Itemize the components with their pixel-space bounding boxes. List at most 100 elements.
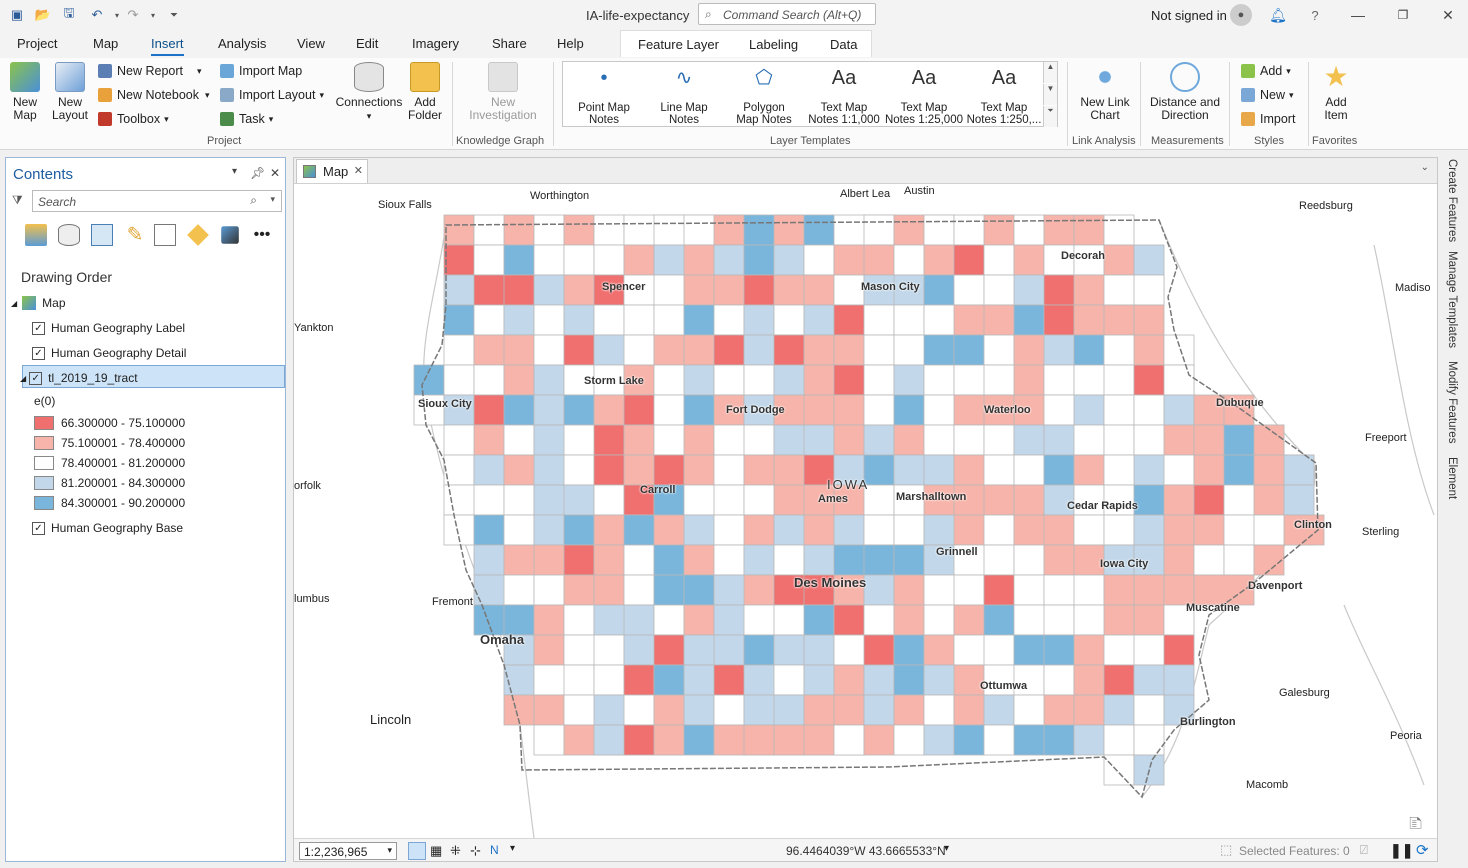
census-tract[interactable] <box>773 454 805 486</box>
notification-icon[interactable]: 🔔︎ <box>1268 5 1288 25</box>
census-tract[interactable] <box>1193 544 1225 576</box>
collapse-icon[interactable]: ◢ <box>20 374 26 383</box>
census-tract[interactable] <box>1193 574 1255 606</box>
census-tract[interactable] <box>863 364 895 396</box>
tab-feature-layer[interactable]: Feature Layer <box>638 37 719 52</box>
census-tract[interactable] <box>713 274 745 306</box>
census-tract[interactable] <box>1073 664 1105 696</box>
census-tract[interactable] <box>773 694 805 726</box>
gallery-scroll-up-icon[interactable]: ▲ <box>1043 62 1057 83</box>
census-tract[interactable] <box>803 364 835 396</box>
census-tract[interactable] <box>503 304 535 336</box>
census-tract[interactable] <box>863 304 895 336</box>
contents-search-input[interactable]: Search ⌕ ▾ <box>32 190 282 212</box>
census-tract[interactable] <box>983 454 1015 486</box>
census-tract[interactable] <box>1133 664 1165 696</box>
census-tract[interactable] <box>683 364 715 396</box>
census-tract[interactable] <box>1163 454 1195 486</box>
census-tract[interactable] <box>563 604 595 636</box>
census-tract[interactable] <box>1253 484 1285 516</box>
census-tract[interactable] <box>1043 214 1075 246</box>
census-tract[interactable] <box>503 484 535 516</box>
census-tract[interactable] <box>473 514 505 546</box>
census-tract[interactable] <box>1043 454 1075 486</box>
census-tract[interactable] <box>653 304 685 336</box>
census-tract[interactable] <box>503 394 535 426</box>
census-tract[interactable] <box>653 574 685 606</box>
add-folder-button[interactable]: Add Folder <box>405 62 445 122</box>
census-tract[interactable] <box>1193 484 1225 516</box>
census-tract[interactable] <box>563 214 595 246</box>
census-tract[interactable] <box>713 544 745 576</box>
census-tract[interactable] <box>923 274 955 306</box>
gallery-expand-icon[interactable]: ⏷ <box>1043 106 1057 127</box>
census-tract[interactable] <box>1043 664 1075 696</box>
census-tract[interactable] <box>1013 484 1045 516</box>
new-link-chart-button[interactable]: New Link Chart <box>1074 62 1136 122</box>
census-tract[interactable] <box>593 214 625 246</box>
census-tract[interactable] <box>863 394 895 426</box>
census-tract[interactable] <box>653 724 685 756</box>
census-tract[interactable] <box>1073 424 1105 456</box>
chevron-down-icon[interactable]: ▾ <box>510 843 515 854</box>
gallery-scroll-down-icon[interactable]: ▼ <box>1043 84 1057 105</box>
census-tract[interactable] <box>623 574 655 606</box>
census-tract[interactable] <box>983 634 1015 666</box>
census-tract[interactable] <box>593 484 625 516</box>
legend-class-row[interactable]: 84.300001 - 90.200000 <box>34 496 185 510</box>
census-tract[interactable] <box>773 544 805 576</box>
census-tract[interactable] <box>653 604 685 636</box>
census-tract[interactable] <box>1223 454 1255 486</box>
census-tract[interactable] <box>1133 604 1165 636</box>
census-tract[interactable] <box>953 604 985 636</box>
census-tract[interactable] <box>833 274 865 306</box>
census-tract[interactable] <box>593 304 625 336</box>
north-arrow-icon[interactable]: N <box>490 843 499 857</box>
census-tract[interactable] <box>833 514 865 546</box>
census-tract[interactable] <box>533 604 565 636</box>
census-tract[interactable] <box>983 514 1015 546</box>
census-tract[interactable] <box>1103 664 1135 696</box>
layer-visibility-checkbox[interactable]: ✓ <box>29 371 43 385</box>
census-tract[interactable] <box>443 214 475 246</box>
census-tract[interactable] <box>923 454 955 486</box>
undo-icon[interactable]: ↶ <box>88 6 106 24</box>
census-tract[interactable] <box>743 424 775 456</box>
tab-imagery[interactable]: Imagery <box>412 36 459 51</box>
census-tract[interactable] <box>533 214 565 246</box>
census-tract[interactable] <box>833 724 865 756</box>
census-tract[interactable] <box>533 544 565 576</box>
census-tract-polygons[interactable] <box>413 214 1325 786</box>
import-layout-button[interactable]: Import Layout ▾ <box>220 88 324 102</box>
dock-tab-create-features[interactable]: Create Features <box>1446 159 1458 242</box>
census-tract[interactable] <box>983 544 1015 576</box>
census-tract[interactable] <box>533 334 565 366</box>
census-tract[interactable] <box>713 364 745 396</box>
census-tract[interactable] <box>503 214 535 246</box>
census-tract[interactable] <box>833 424 865 456</box>
census-tract[interactable] <box>923 634 955 666</box>
census-tract[interactable] <box>1163 514 1195 546</box>
census-tract[interactable] <box>533 634 565 666</box>
census-tract[interactable] <box>683 724 715 756</box>
census-tract[interactable] <box>803 634 835 666</box>
tab-map[interactable]: Map <box>93 36 118 51</box>
census-tract[interactable] <box>833 694 865 726</box>
census-tract[interactable] <box>773 304 805 336</box>
census-tract[interactable] <box>503 574 535 606</box>
census-tract[interactable] <box>863 214 895 246</box>
census-tract[interactable] <box>833 334 865 366</box>
census-tract[interactable] <box>1163 634 1195 666</box>
toolbox-button[interactable]: Toolbox ▾ <box>98 112 169 126</box>
census-tract[interactable] <box>803 214 835 246</box>
close-pane-icon[interactable]: ✕ <box>270 166 280 180</box>
legend-class-row[interactable]: 75.100001 - 78.400000 <box>34 436 185 450</box>
map-node[interactable]: ◢ Map <box>11 296 66 310</box>
census-tract[interactable] <box>743 514 775 546</box>
census-tract[interactable] <box>773 634 805 666</box>
tab-project[interactable]: Project <box>17 36 57 51</box>
text-map-notes-250000-button[interactable]: Aa Text Map Notes 1:250,... <box>964 68 1044 126</box>
census-tract[interactable] <box>1103 394 1135 426</box>
census-tract[interactable] <box>983 214 1015 246</box>
census-tract[interactable] <box>1163 424 1195 456</box>
